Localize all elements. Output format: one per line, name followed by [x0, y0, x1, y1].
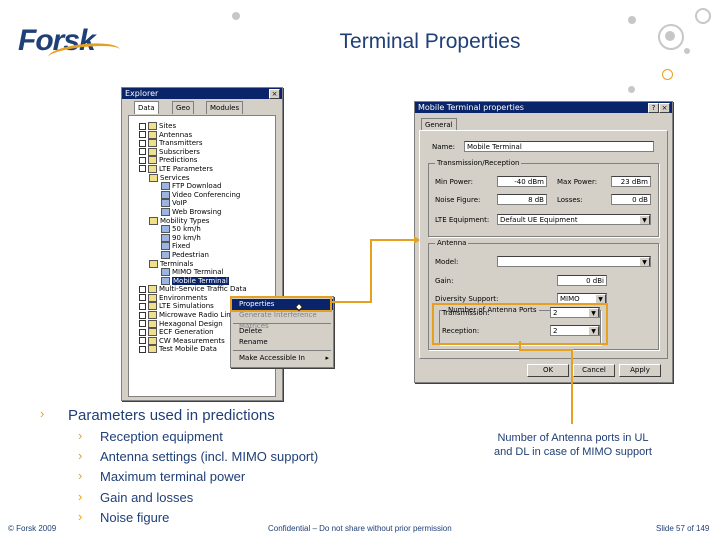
bullet-icon: › — [78, 428, 83, 443]
sub-bullet: Gain and losses — [100, 490, 194, 505]
sub-bullet: Maximum terminal power — [100, 469, 246, 484]
bullet-icon: › — [78, 489, 83, 504]
sub-bullet: Reception equipment — [100, 429, 223, 444]
main-bullet: Parameters used in predictions — [68, 407, 275, 424]
connector-ports — [519, 341, 573, 424]
connector-arrowhead — [414, 236, 420, 244]
sub-bullet: Noise figure — [100, 510, 170, 525]
bullet-icon: › — [78, 448, 83, 463]
sub-bullet: Antenna settings (incl. MIMO support) — [100, 449, 319, 464]
confidential-notice: Confidential – Do not share without prio… — [268, 524, 452, 533]
slide-number: Slide 57 of 149 — [656, 524, 710, 533]
bullet-icon: › — [78, 509, 83, 524]
copyright: © Forsk 2009 — [8, 524, 57, 533]
bullet-icon: › — [40, 406, 45, 421]
connector-properties — [331, 239, 414, 303]
bullet-icon: › — [78, 468, 83, 483]
antenna-ports-note: Number of Antenna ports in UL and DL in … — [494, 432, 652, 458]
